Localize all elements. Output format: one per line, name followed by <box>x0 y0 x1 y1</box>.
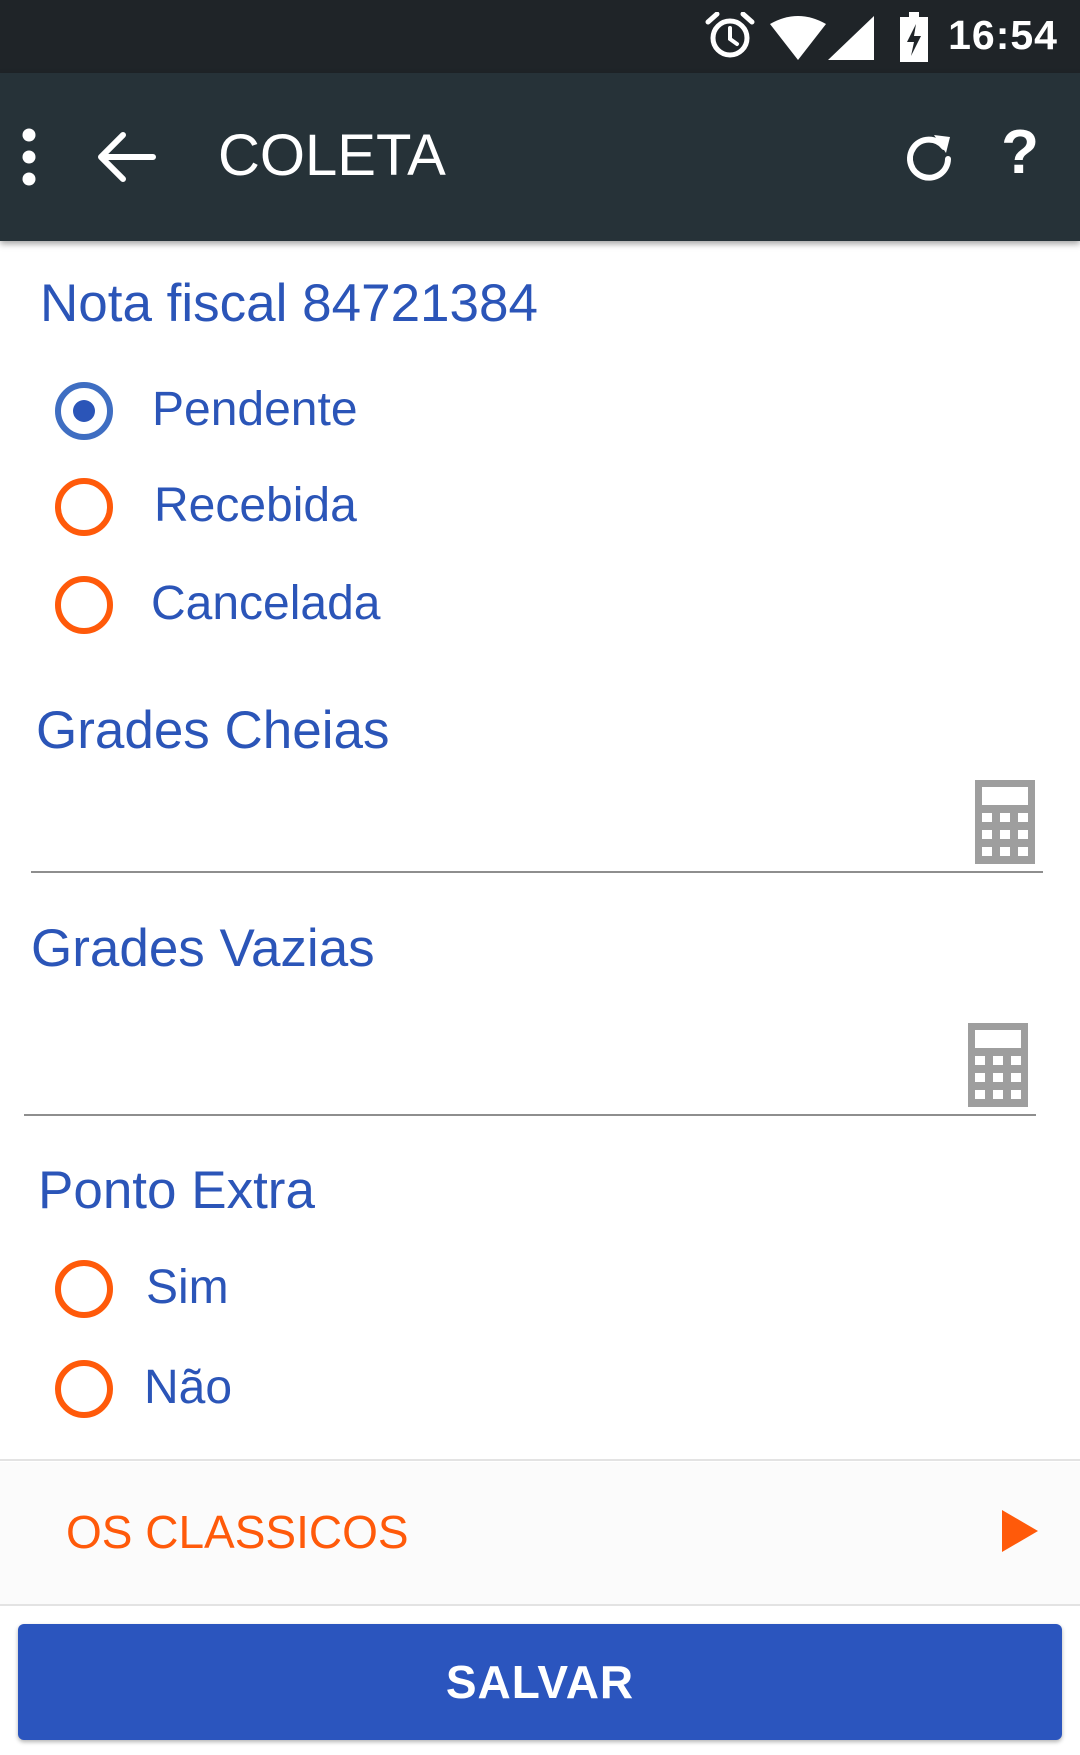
radio-label: Sim <box>146 1261 229 1314</box>
radio-label: Não <box>144 1361 233 1414</box>
battery-charging-icon <box>900 12 928 62</box>
grades-cheias-input[interactable] <box>31 773 1043 873</box>
radio-label: Recebida <box>154 479 357 532</box>
radio-button[interactable] <box>55 576 113 634</box>
save-button[interactable]: SALVAR <box>18 1624 1062 1740</box>
input-underline <box>31 871 1043 873</box>
divider <box>0 1604 1080 1606</box>
signal-icon <box>828 16 874 60</box>
grades-vazias-label: Grades Vazias <box>31 919 375 978</box>
os-classicos-row[interactable]: OS CLASSICOS <box>0 1462 1080 1604</box>
calculator-icon[interactable] <box>975 780 1035 864</box>
ponto-extra-title: Ponto Extra <box>38 1161 315 1220</box>
alarm-icon <box>705 12 755 58</box>
status-icons <box>705 12 955 62</box>
page-title: COLETA <box>218 123 446 188</box>
back-arrow-icon[interactable] <box>95 127 157 187</box>
input-underline <box>24 1114 1036 1116</box>
divider <box>0 1459 1080 1461</box>
radio-button[interactable] <box>55 1360 113 1418</box>
radio-button[interactable] <box>55 478 113 536</box>
help-button[interactable]: ? <box>995 117 1045 189</box>
os-classicos-label: OS CLASSICOS <box>66 1506 409 1558</box>
play-arrow-icon <box>1002 1510 1038 1552</box>
grades-cheias-label: Grades Cheias <box>36 701 390 760</box>
radio-label: Cancelada <box>151 577 381 630</box>
nota-fiscal-title: Nota fiscal 84721384 <box>40 274 538 333</box>
app-bar: COLETA ? <box>0 73 1080 241</box>
radio-label: Pendente <box>152 383 358 436</box>
refresh-icon[interactable] <box>898 125 960 187</box>
status-time: 16:54 <box>948 12 1058 58</box>
status-bar: 16:54 <box>0 0 1080 73</box>
radio-button-checked[interactable] <box>55 382 113 440</box>
calculator-icon[interactable] <box>968 1023 1028 1107</box>
grades-vazias-input[interactable] <box>24 1016 1036 1116</box>
radio-button[interactable] <box>55 1260 113 1318</box>
wifi-icon <box>770 16 826 60</box>
overflow-menu-icon[interactable] <box>14 127 44 187</box>
